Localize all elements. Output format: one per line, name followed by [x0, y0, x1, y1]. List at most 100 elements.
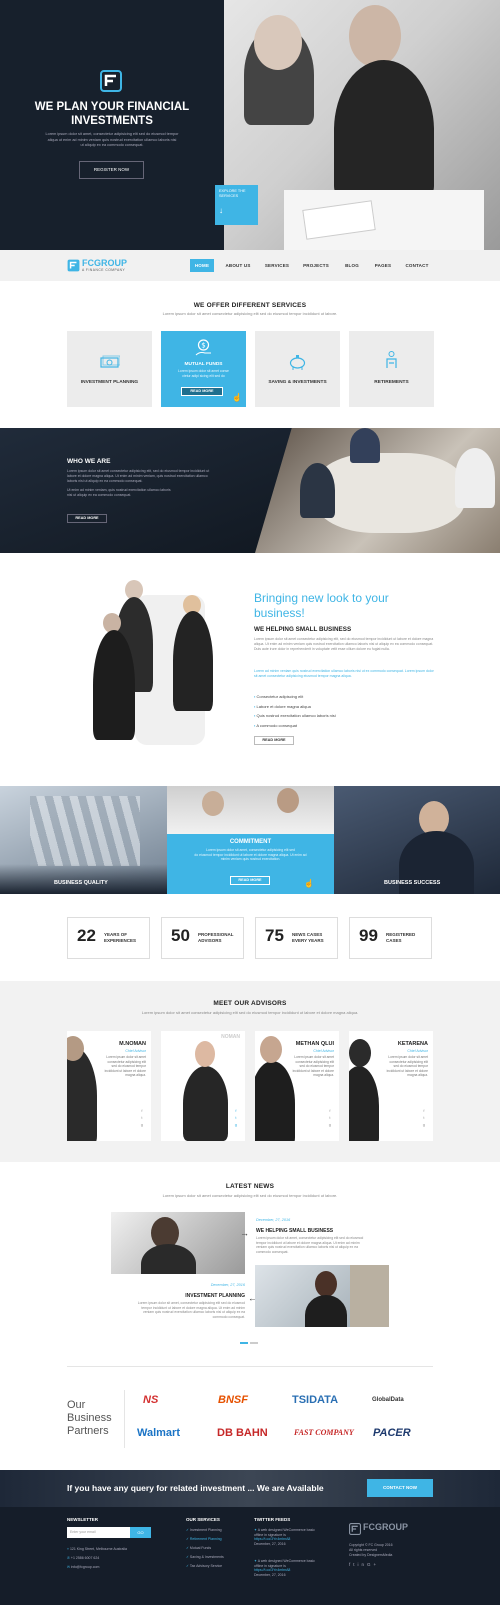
advisor-card-featured[interactable]: NOMAN ftg: [161, 1031, 245, 1141]
advisor-card[interactable]: KETARENA Chief Advisor Lorem ipsum dolor…: [349, 1031, 433, 1141]
svg-text:$: $: [201, 342, 205, 350]
pager-dot[interactable]: [250, 1342, 258, 1344]
google-plus-icon[interactable]: G+: [367, 1562, 379, 1567]
partner-logo-tsidata[interactable]: TSIDATA: [292, 1394, 338, 1406]
footer-service-link[interactable]: ✓ Investment Planning: [186, 1528, 222, 1532]
bullet-item: ▪ Quis nostrud exercitation ullamco labo…: [254, 711, 336, 721]
footer-service-link[interactable]: ✓ Saving & Investments: [186, 1555, 224, 1559]
partners-divider: [124, 1390, 125, 1448]
nav-about-us[interactable]: ABOUT US: [224, 259, 252, 272]
news-headline[interactable]: INVESTMENT PLANNING: [100, 1293, 245, 1299]
register-now-button[interactable]: REGISTER NOW: [79, 161, 144, 179]
footer-service-link[interactable]: ✓ Retirement Planning: [186, 1537, 222, 1541]
nav-projects[interactable]: PROJECTS: [302, 259, 330, 272]
service-card-investment-planning[interactable]: INVESTMENT PLANNING: [67, 331, 152, 407]
pager-dot-active[interactable]: [240, 1342, 248, 1344]
service-card-mutual-funds[interactable]: $ MUTUAL FUNDS Lorem ipsum dolor sit ame…: [161, 331, 246, 407]
service-card-retirements[interactable]: RETIREMENTS: [349, 331, 434, 407]
footer-address: ⌖ 121 King Street, Melbourne Australia: [67, 1547, 127, 1551]
tweet-text: A web designed WeCommerce basic offline …: [254, 1559, 315, 1568]
news-headline[interactable]: WE HELPING SMALL BUSINESS: [256, 1228, 333, 1234]
stat-registered: 99 REGISTERED CASES: [349, 917, 432, 959]
who-text-line: nisi ut aliquip ex ea commodo consequat.: [67, 493, 132, 497]
feature-strip: BUSINESS QUALITY COMMITMENT Lorem ipsum …: [0, 786, 500, 894]
commitment-text-line: minim veniam quis nostrud exercitation.: [220, 857, 281, 862]
contact-now-button[interactable]: CONTACT NOW: [367, 1479, 433, 1497]
hero-section: WE PLAN YOUR FINANCIAL INVESTMENTS Lorem…: [0, 0, 500, 250]
newsletter-go-button[interactable]: GO: [130, 1527, 151, 1538]
business-success-panel[interactable]: BUSINESS SUCCESS: [334, 786, 500, 894]
news-image-2[interactable]: [255, 1265, 389, 1327]
service-text: Lorem ipsum dolor sit amet conse ctetur …: [167, 369, 240, 378]
services-subtitle: Lorem ipsum dolor sit amet consectetur a…: [162, 311, 338, 316]
stat-label: YEARS OF EXPERIENCES: [104, 932, 146, 943]
nav-pages[interactable]: PAGES: [371, 259, 395, 272]
partner-logo-bnsf[interactable]: BNSF: [218, 1394, 248, 1406]
nav-logo[interactable]: FCGROUP A FINANCE COMPANY: [67, 258, 147, 274]
read-more-button[interactable]: READ MORE: [181, 387, 223, 396]
brand-logo-icon: [349, 1523, 361, 1535]
piggy-bank-icon: [289, 355, 306, 370]
nav-services[interactable]: SERVICES: [263, 259, 291, 272]
who-read-more-button[interactable]: READ MORE: [67, 514, 107, 523]
business-quality-panel[interactable]: BUSINESS QUALITY: [0, 786, 167, 894]
partner-logo-walmart[interactable]: Walmart: [137, 1427, 180, 1439]
footer-twitter-title: TWITTER FEEDS: [254, 1517, 291, 1522]
nav-contact[interactable]: CONTACT: [403, 259, 431, 272]
bullet-text: Labore et dolore magna aliqua: [256, 703, 311, 709]
news-image-1[interactable]: [111, 1212, 245, 1274]
news-pager[interactable]: [240, 1342, 260, 1344]
news-excerpt-line: commodo consequat.: [212, 1314, 245, 1319]
advisor-social-icons[interactable]: ftg: [235, 1107, 237, 1128]
service-card-saving-investments[interactable]: SAVING & INVESTMENTS: [255, 331, 340, 407]
explore-services-button[interactable]: EXPLORE THE SERVICES ↓: [215, 185, 258, 225]
footer-rights: All rights reserved: [349, 1548, 378, 1552]
footer-service-link[interactable]: ✓ Tax Advisory Service: [186, 1564, 222, 1568]
commitment-read-more-button[interactable]: READ MORE: [230, 876, 270, 885]
person-icon: [386, 351, 397, 368]
explore-label: SERVICES: [219, 194, 239, 198]
service-label: SAVING & INVESTMENTS: [268, 380, 327, 385]
newsletter-email-input[interactable]: Enter your email: [67, 1527, 130, 1538]
footer-logo[interactable]: FCGROUP: [349, 1522, 429, 1538]
partner-logo-pacer[interactable]: PACER: [373, 1427, 411, 1439]
linkedin-icon[interactable]: in: [358, 1562, 368, 1567]
footer-services-title: OUR SERVICES: [186, 1517, 220, 1522]
nav-home[interactable]: HOME: [190, 259, 214, 272]
stat-label: REGISTERED CASES: [386, 932, 428, 943]
tweet-text: A web designed WeCommerce basic offline …: [254, 1528, 315, 1537]
advisor-social-icons[interactable]: ftg: [141, 1107, 143, 1128]
footer-service-link[interactable]: ✓ Mutual Funds: [186, 1546, 211, 1550]
partner-logo-globaldata[interactable]: GlobalData: [372, 1397, 404, 1403]
partner-logo-fast-company[interactable]: FAST COMPANY: [294, 1428, 354, 1437]
news-excerpt: Lorem ipsum dolor sit amet, consectetur …: [256, 1236, 406, 1254]
stat-number: 50: [171, 926, 190, 945]
bringing-paragraph-highlight: Lorem ad minim veniam quis nostrud exerc…: [254, 669, 434, 678]
bullet-text: Consectetur adipiscing elit: [256, 694, 304, 699]
partner-logo-norfolk-southern[interactable]: NS: [143, 1394, 158, 1406]
footer-copyright: Copyright © FC Group 2016: [349, 1543, 393, 1547]
advisor-card[interactable]: M.NOMAN Chief Advisor Lorem ipsum dolor …: [67, 1031, 151, 1141]
hero-left-panel: WE PLAN YOUR FINANCIAL INVESTMENTS Lorem…: [0, 0, 224, 250]
advisor-bio: Lorem ipsum dolor sit amet consectetur a…: [292, 1055, 334, 1077]
stat-years: 22 YEARS OF EXPERIENCES: [67, 917, 150, 959]
advisor-social-icons[interactable]: ftg: [329, 1107, 331, 1128]
advisor-social-icons[interactable]: ftg: [423, 1107, 425, 1128]
business-success-label: BUSINESS SUCCESS: [384, 880, 441, 886]
tweet-date: December, 27, 2016: [254, 1572, 286, 1577]
stat-label-line: CASES: [386, 937, 402, 943]
stat-label-line: EXPERIENCES: [104, 937, 137, 943]
bringing-read-more-button[interactable]: READ MORE: [254, 736, 294, 745]
bullet-item: ▪ Labore et dolore magna aliqua: [254, 702, 336, 712]
partner-logo-db-bahn[interactable]: DB BAHN: [217, 1427, 268, 1439]
advisor-card[interactable]: METHAN QLUI Chief Advisor Lorem ipsum do…: [255, 1031, 339, 1141]
footer-created-by: Created by DesignersMedia: [349, 1553, 393, 1557]
commitment-panel[interactable]: COMMITMENT Lorem ipsum dolor sit amet, c…: [167, 786, 334, 894]
stat-advisors: 50 PROFESSIONAL ADVISORS: [161, 917, 244, 959]
footer-social-icons[interactable]: ftinG+: [349, 1562, 379, 1567]
service-text-line: ctetur adipi sicing elit sed do: [182, 373, 225, 378]
advisor-name-faded: NOMAN: [221, 1034, 240, 1040]
partners-heading-line: Business: [67, 1412, 112, 1424]
hero-photo: [224, 0, 500, 250]
nav-blog[interactable]: BLOG: [341, 259, 363, 272]
